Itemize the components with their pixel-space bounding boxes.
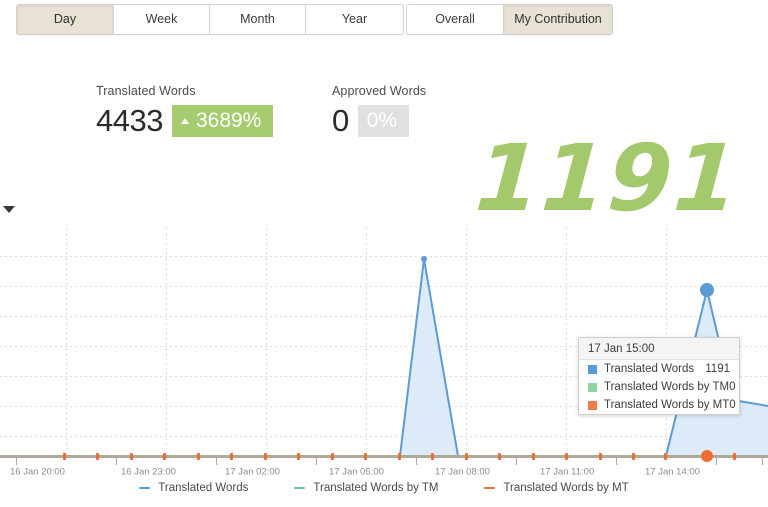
tooltip-value-translated-words-by-tm: 0 — [729, 381, 736, 393]
tooltip-label-translated-words-by-tm: Translated Words by TM — [604, 381, 730, 393]
tooltip-label-translated-words: Translated Words — [604, 363, 695, 375]
vertical-gridlines — [66, 228, 667, 456]
legend-label-translated-words-by-tm: Translated Words by TM — [313, 482, 439, 494]
tab-overall[interactable]: Overall — [407, 5, 504, 34]
tab-month[interactable]: Month — [210, 5, 306, 34]
tab-week[interactable]: Week — [114, 5, 210, 34]
view-tab-bar: Day Week Month Year Overall My Contribut… — [0, 0, 768, 38]
stat-translated-words-delta: 3689% — [195, 109, 262, 132]
stat-approved-words-value: 0 — [332, 103, 349, 138]
x-axis-ticks — [16, 458, 763, 465]
x-tick-1: 16 Jan 23:00 — [121, 466, 176, 477]
stat-translated-words-row: 4433 3689% — [96, 103, 274, 138]
stat-translated-words-value: 4433 — [96, 103, 163, 138]
x-tick-5: 17 Jan 11:00 — [540, 466, 594, 477]
tooltip-swatch-translated-words-by-mt-icon — [588, 400, 597, 410]
tooltip-swatch-translated-words-by-tm-icon — [588, 382, 597, 392]
caret-up-icon — [180, 118, 189, 124]
tab-day[interactable]: Day — [17, 5, 114, 34]
watermark-value: 1191 — [472, 125, 744, 232]
series-point-mt-highlighted[interactable] — [701, 450, 713, 462]
tooltip-swatch-translated-words-icon — [588, 364, 597, 374]
chart-tooltip-row: Translated Words 1191 — [579, 360, 739, 378]
chart-tooltip: 17 Jan 15:00 Translated Words 1191 Trans… — [578, 337, 740, 415]
tooltip-label-translated-words-by-mt: Translated Words by MT — [604, 399, 730, 411]
chart-tooltip-title: 17 Jan 15:00 — [579, 338, 739, 360]
scope-tab-group: Overall My Contribution — [406, 4, 613, 35]
series-point-translated-words-peak2[interactable] — [700, 283, 714, 297]
chart-legend: Translated Words Translated Words by TM … — [0, 482, 768, 494]
legend-dash-translated-words-by-tm-icon — [294, 487, 306, 489]
stat-approved-words-delta-badge: 0% — [357, 105, 410, 137]
stat-translated-words-delta-badge: 3689% — [171, 105, 274, 137]
legend-dash-translated-words-icon — [139, 487, 151, 489]
legend-label-translated-words-by-mt: Translated Words by MT — [503, 482, 629, 494]
legend-item-translated-words[interactable]: Translated Words — [139, 482, 248, 494]
chart-tooltip-row: Translated Words by MT 0 — [579, 396, 739, 414]
x-tick-4: 17 Jan 08:00 — [435, 466, 490, 477]
chart-tooltip-row: Translated Words by TM 0 — [579, 378, 739, 396]
period-tab-group: Day Week Month Year — [16, 4, 404, 35]
tooltip-value-translated-words: 1191 — [705, 363, 730, 375]
stat-approved-words-row: 0 0% — [332, 104, 426, 138]
legend-item-translated-words-by-mt[interactable]: Translated Words by MT — [484, 482, 629, 494]
tab-year[interactable]: Year — [306, 5, 403, 34]
tab-my-contribution[interactable]: My Contribution — [504, 5, 612, 34]
stat-approved-words-label: Approved Words — [332, 84, 427, 98]
x-tick-3: 17 Jan 05:00 — [329, 466, 384, 477]
stat-translated-words: Translated Words 4433 3689% — [96, 84, 274, 138]
stat-approved-words: Approved Words 0 0% — [332, 84, 426, 138]
legend-dash-translated-words-by-mt-icon — [484, 487, 496, 489]
stat-approved-words-delta: 0% — [366, 109, 398, 132]
x-tick-6: 17 Jan 14:00 — [645, 466, 700, 477]
legend-label-translated-words: Translated Words — [158, 482, 249, 494]
x-axis-tick-labels: 16 Jan 20:00 16 Jan 23:00 17 Jan 02:00 1… — [10, 466, 700, 477]
stat-translated-words-label: Translated Words — [96, 84, 196, 98]
x-tick-0: 16 Jan 20:00 — [10, 466, 65, 477]
x-tick-2: 17 Jan 02:00 — [225, 466, 280, 477]
series-selector[interactable] — [0, 205, 15, 213]
tooltip-value-translated-words-by-mt: 0 — [729, 399, 736, 411]
legend-item-translated-words-by-tm[interactable]: Translated Words by TM — [294, 482, 438, 494]
series-point-translated-words-peak1[interactable] — [421, 256, 427, 262]
chevron-down-icon[interactable] — [3, 205, 15, 213]
